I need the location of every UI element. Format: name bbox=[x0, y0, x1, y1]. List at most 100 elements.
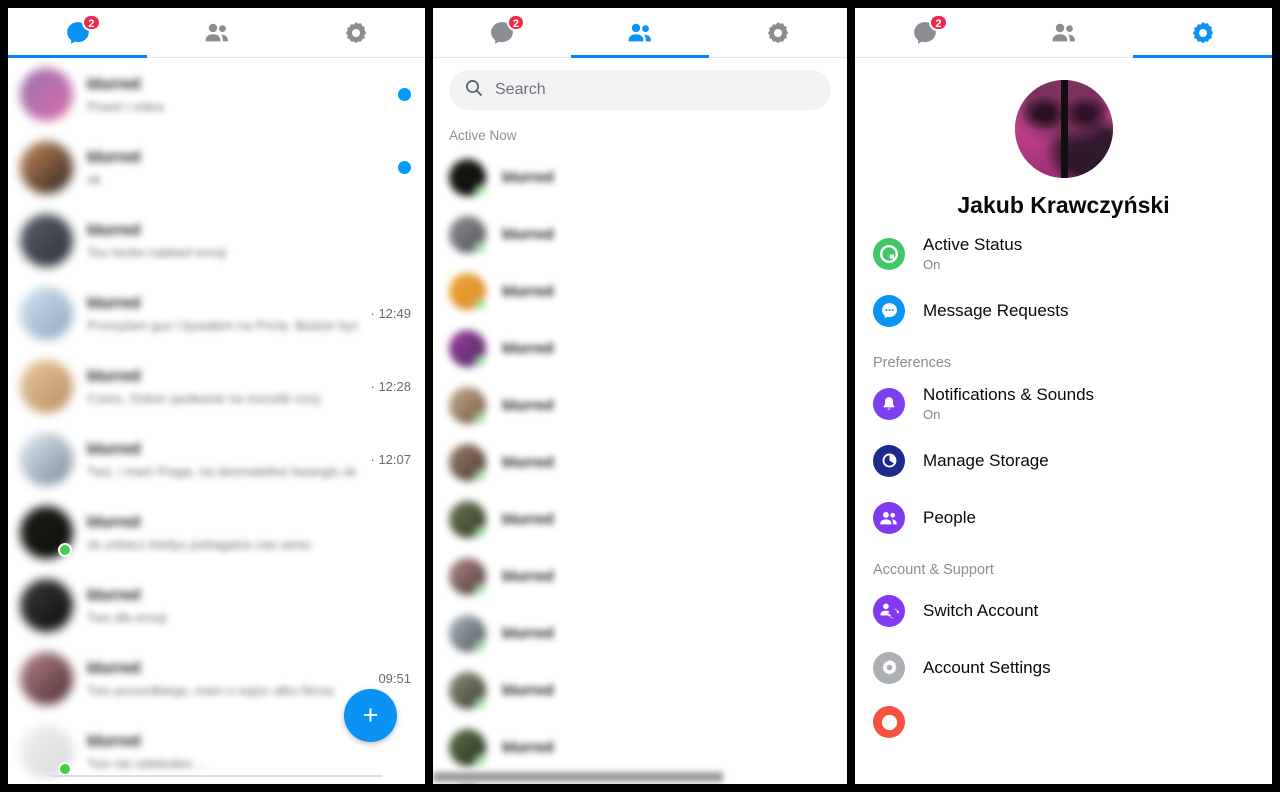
person-list-item[interactable]: blurred bbox=[433, 605, 847, 662]
settings-item[interactable]: Active Status On bbox=[855, 225, 1272, 282]
person-name: blurred bbox=[502, 739, 554, 756]
online-indicator bbox=[475, 242, 486, 253]
chat-list-item[interactable]: blurred Powel i videa bbox=[8, 58, 425, 131]
online-indicator bbox=[58, 762, 72, 776]
avatar[interactable] bbox=[20, 214, 73, 267]
avatar[interactable] bbox=[449, 672, 486, 709]
message-requests-icon bbox=[873, 294, 905, 327]
person-name: blurred bbox=[502, 682, 554, 699]
chat-list-item[interactable]: blurred ok zobacz kiedys pokiagatos nas w… bbox=[8, 496, 425, 569]
chat-item-timestamp: · 12:28 bbox=[370, 379, 411, 394]
tab-chats[interactable]: 2 bbox=[8, 8, 147, 58]
settings-item[interactable]: Notifications & Sounds On bbox=[855, 375, 1272, 432]
avatar[interactable] bbox=[449, 273, 486, 310]
chat-item-snippet: Przesylam gus i bywalem na Pricla. Bedzi… bbox=[87, 317, 359, 333]
online-indicator bbox=[475, 413, 486, 424]
avatar[interactable] bbox=[20, 579, 73, 632]
settings-item-text: Active Status On bbox=[923, 235, 1022, 272]
unread-indicator bbox=[398, 161, 411, 174]
chat-item-text: blurred Two poszedbiegs, mam o wyjsc albo… bbox=[73, 660, 372, 698]
chat-item-snippet: ok bbox=[87, 171, 101, 187]
chat-item-text: blurred Two, i mam Praga, na skonnabilive… bbox=[73, 441, 365, 479]
search-input[interactable]: Search bbox=[449, 70, 831, 110]
avatar[interactable] bbox=[20, 360, 73, 413]
tab-bar-settings: 2 bbox=[855, 8, 1272, 58]
avatar-image bbox=[20, 652, 73, 705]
person-name: blurred bbox=[502, 625, 554, 642]
tab-chats[interactable]: 2 bbox=[433, 8, 571, 57]
chat-list-item[interactable]: blurred ok bbox=[8, 131, 425, 204]
person-list-item[interactable]: blurred bbox=[433, 662, 847, 719]
people-body: Search Active Now blurred blurred blurred b… bbox=[433, 58, 847, 784]
avatar-image bbox=[20, 214, 73, 267]
person-list-item[interactable]: blurred bbox=[433, 491, 847, 548]
chat-item-name: blurred bbox=[87, 586, 141, 604]
settings-item[interactable]: People bbox=[855, 489, 1272, 546]
avatar[interactable] bbox=[449, 729, 486, 766]
tab-settings[interactable] bbox=[1133, 8, 1272, 58]
chat-item-name: blurred bbox=[87, 513, 141, 531]
avatar[interactable] bbox=[20, 652, 73, 705]
settings-item[interactable]: Account Settings bbox=[855, 639, 1272, 696]
active-status-icon bbox=[873, 237, 905, 270]
person-list-item[interactable]: blurred bbox=[433, 320, 847, 377]
tab-settings[interactable] bbox=[709, 8, 847, 57]
tab-people[interactable] bbox=[571, 8, 709, 58]
chat-list-item[interactable]: blurred Czesc, Dobre spotkanie na moszlib… bbox=[8, 350, 425, 423]
gear-icon bbox=[873, 651, 905, 684]
person-list-item[interactable]: blurred bbox=[433, 206, 847, 263]
avatar[interactable] bbox=[449, 387, 486, 424]
person-list-item[interactable]: blurred bbox=[433, 548, 847, 605]
chat-item-name: blurred bbox=[87, 440, 141, 458]
panel-chats: 2 blurred Powel i videa blurred ok blurr… bbox=[8, 8, 425, 784]
chat-item-snippet: Two dla emoji bbox=[87, 609, 167, 625]
avatar-image bbox=[20, 68, 73, 121]
person-list-item[interactable]: blurred bbox=[433, 434, 847, 491]
online-indicator bbox=[58, 543, 72, 557]
chat-list-item[interactable]: blurred Przesylam gus i bywalem na Pricla… bbox=[8, 277, 425, 350]
chat-list-scroll-indicator[interactable] bbox=[50, 775, 383, 777]
tab-people[interactable] bbox=[994, 8, 1133, 57]
avatar[interactable] bbox=[1014, 80, 1113, 178]
settings-item[interactable]: Message Requests bbox=[855, 282, 1272, 339]
chat-item-snippet: ok zobacz kiedys pokiagatos nas wese bbox=[87, 536, 312, 552]
avatar-image bbox=[20, 287, 73, 340]
person-name: blurred bbox=[502, 454, 554, 471]
avatar[interactable] bbox=[20, 68, 73, 121]
avatar[interactable] bbox=[20, 433, 73, 486]
avatar[interactable] bbox=[449, 558, 486, 595]
avatar[interactable] bbox=[449, 159, 486, 196]
person-list-item[interactable]: blurred bbox=[433, 377, 847, 434]
chat-list[interactable]: blurred Powel i videa blurred ok blurred Tou … bbox=[8, 58, 425, 784]
avatar[interactable] bbox=[20, 287, 73, 340]
chat-list-item[interactable]: blurred Two, i mam Praga, na skonnabilive… bbox=[8, 423, 425, 496]
tab-people[interactable] bbox=[147, 8, 286, 57]
person-list-item[interactable]: blurred bbox=[433, 263, 847, 320]
tab-chats[interactable]: 2 bbox=[855, 8, 994, 57]
avatar[interactable] bbox=[449, 501, 486, 538]
avatar[interactable] bbox=[449, 444, 486, 481]
avatar[interactable] bbox=[449, 330, 486, 367]
tab-settings[interactable] bbox=[286, 8, 425, 57]
gear-icon bbox=[339, 18, 373, 48]
person-name: blurred bbox=[502, 511, 554, 528]
chat-item-snippet: Two, i mam Praga, na skonnabilive kwangi… bbox=[87, 463, 357, 479]
people-list-scrollbar[interactable] bbox=[433, 772, 723, 782]
avatar[interactable] bbox=[449, 615, 486, 652]
chat-item-name: blurred bbox=[87, 148, 141, 166]
chat-item-text: blurred Tou herbe nabbed emoji bbox=[73, 222, 411, 260]
settings-item[interactable]: Manage Storage bbox=[855, 432, 1272, 489]
person-list-item[interactable]: blurred bbox=[433, 719, 847, 776]
chat-item-timestamp: · 12:07 bbox=[370, 452, 411, 467]
chat-list-item[interactable]: blurred Two dla emoji bbox=[8, 569, 425, 642]
chat-list-item[interactable]: blurred Tou herbe nabbed emoji bbox=[8, 204, 425, 277]
avatar[interactable] bbox=[20, 141, 73, 194]
three-panel-screenshot: 2 blurred Powel i videa blurred ok blurr… bbox=[0, 0, 1280, 792]
settings-item[interactable]: Switch Account bbox=[855, 582, 1272, 639]
new-chat-button[interactable]: + bbox=[344, 689, 397, 742]
avatar[interactable] bbox=[449, 216, 486, 253]
settings-item[interactable] bbox=[855, 696, 1272, 738]
person-list-item[interactable]: blurred bbox=[433, 149, 847, 206]
settings-item-title: Manage Storage bbox=[923, 450, 1049, 470]
chat-item-text: blurred Powel i videa bbox=[73, 76, 390, 114]
